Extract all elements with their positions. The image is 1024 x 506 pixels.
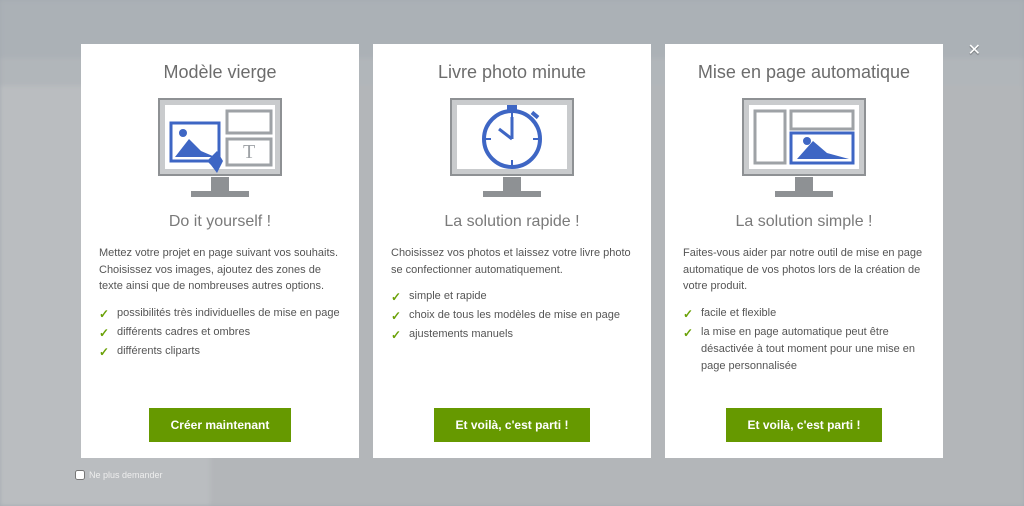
card-title: Modèle vierge [163, 62, 276, 83]
svg-text:T: T [243, 141, 255, 163]
dont-ask-checkbox-label[interactable]: Ne plus demander [75, 470, 163, 480]
benefits-list: facile et flexible la mise en page autom… [683, 305, 925, 377]
card-description: Faites-vous aider par notre outil de mis… [683, 245, 925, 295]
list-item: possibilités très individuelles de mise … [99, 305, 341, 322]
list-item: la mise en page automatique peut être dé… [683, 324, 925, 375]
list-item: simple et rapide [391, 288, 633, 305]
auto-layout-icon [719, 93, 889, 201]
card-description: Choisissez vos photos et laissez votre l… [391, 245, 633, 278]
close-icon: ✕ [968, 42, 981, 59]
dont-ask-text: Ne plus demander [89, 470, 163, 480]
start-minute-button[interactable]: Et voilà, c'est parti ! [434, 408, 591, 442]
card-title: Livre photo minute [438, 62, 586, 83]
option-card-minute: Livre photo minute La solutio [373, 44, 651, 458]
list-item: différents cliparts [99, 343, 341, 360]
option-card-blank: Modèle vierge T Do it yourself ! Mettez … [81, 44, 359, 458]
card-description: Mettez votre projet en page suivant vos … [99, 245, 341, 295]
list-item: choix de tous les modèles de mise en pag… [391, 307, 633, 324]
card-subtitle: Do it yourself ! [169, 213, 271, 231]
create-now-button[interactable]: Créer maintenant [149, 408, 292, 442]
benefits-list: possibilités très individuelles de mise … [99, 305, 341, 362]
list-item: facile et flexible [683, 305, 925, 322]
card-title: Mise en page automatique [698, 62, 910, 83]
stopwatch-icon [427, 93, 597, 201]
close-button[interactable]: ✕ [968, 40, 981, 60]
start-auto-button[interactable]: Et voilà, c'est parti ! [726, 408, 883, 442]
blank-template-icon: T [135, 93, 305, 201]
template-chooser-dialog: ✕ Modèle vierge T Do it yourself ! Met [81, 44, 943, 458]
list-item: ajustements manuels [391, 326, 633, 343]
option-card-auto: Mise en page automatique La solution sim… [665, 44, 943, 458]
benefits-list: simple et rapide choix de tous les modèl… [391, 288, 633, 345]
card-subtitle: La solution simple ! [736, 213, 873, 231]
list-item: différents cadres et ombres [99, 324, 341, 341]
dont-ask-checkbox[interactable] [75, 470, 85, 480]
card-subtitle: La solution rapide ! [444, 213, 579, 231]
